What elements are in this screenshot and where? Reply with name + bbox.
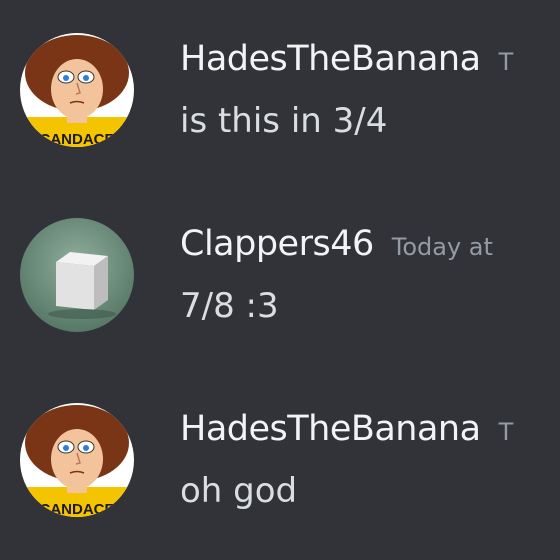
chat-message-list: CANDACE HadesTheBanana T is this in 3/4 [0,0,560,560]
message-content: 7/8 :3 [180,286,279,326]
svg-text:CANDACE: CANDACE [40,501,115,517]
white-cube-avatar-icon [20,218,134,332]
message-content: oh god [180,471,298,511]
username[interactable]: HadesTheBanana [180,409,481,449]
username[interactable]: HadesTheBanana [180,39,481,79]
cartoon-girl-avatar-icon: CANDACE [20,403,134,517]
timestamp: T [498,48,514,76]
timestamp: Today at [391,233,493,261]
user-avatar[interactable]: CANDACE [20,403,134,517]
timestamp: T [498,418,514,446]
message-content: is this in 3/4 [180,101,388,141]
message-group: CANDACE HadesTheBanana T is this in 3/4 [0,33,560,183]
user-avatar[interactable]: CANDACE [20,33,134,147]
message-header: Clappers46 Today at [180,224,493,264]
message-group: CANDACE HadesTheBanana T oh god [0,403,560,553]
svg-text:CANDACE: CANDACE [40,131,115,147]
user-avatar[interactable] [20,218,134,332]
message-header: HadesTheBanana T [180,409,513,449]
cartoon-girl-avatar-icon: CANDACE [20,33,134,147]
username[interactable]: Clappers46 [180,224,374,264]
message-group: Clappers46 Today at 7/8 :3 [0,218,560,368]
message-header: HadesTheBanana T [180,39,513,79]
